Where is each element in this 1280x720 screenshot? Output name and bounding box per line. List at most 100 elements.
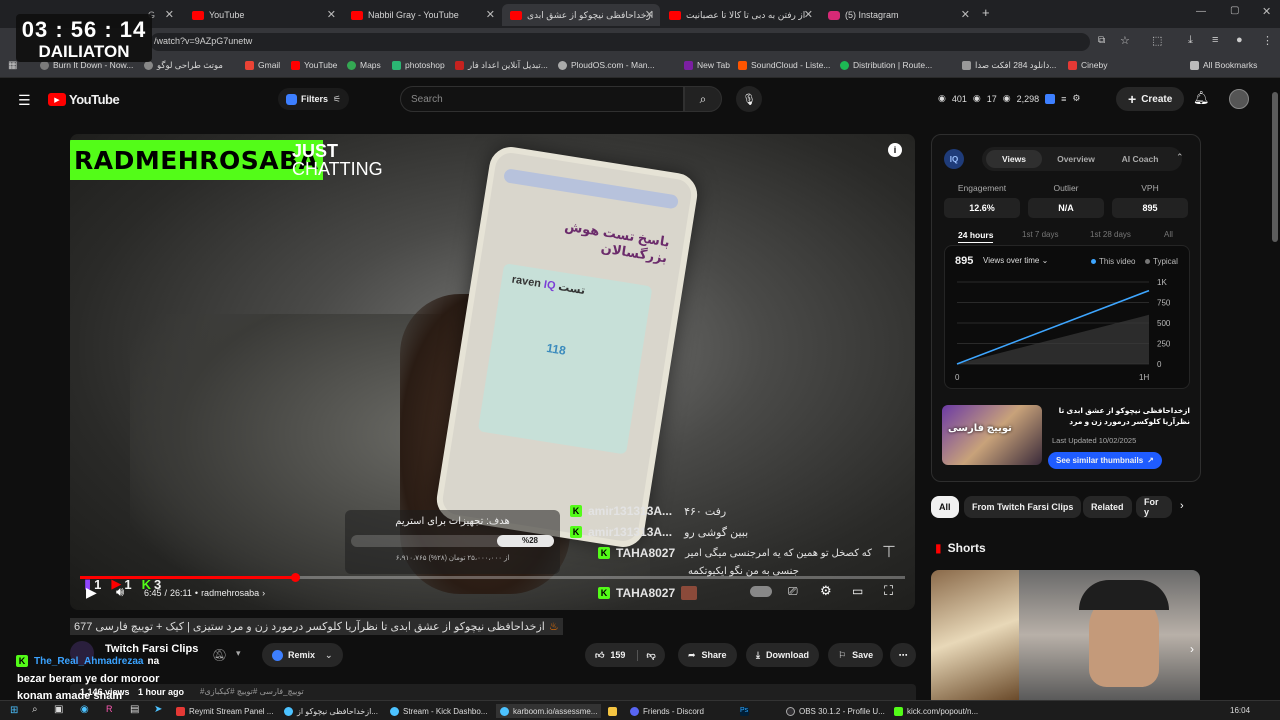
range-24h[interactable]: 24 hours bbox=[958, 230, 994, 243]
theater-mode-icon[interactable]: ▭ bbox=[852, 584, 863, 598]
task-view-icon[interactable]: ▣ bbox=[54, 704, 63, 715]
settings-gear-icon[interactable]: ⚙ bbox=[820, 583, 832, 599]
save-button[interactable]: ⚐ Save bbox=[828, 643, 884, 667]
all-bookmarks[interactable]: All Bookmarks bbox=[1190, 60, 1257, 70]
range-28d[interactable]: 1st 28 days bbox=[1090, 230, 1131, 239]
url-field[interactable]: /watch?v=9AZpG7unetw bbox=[150, 33, 1090, 51]
chip-related[interactable]: Related bbox=[1083, 496, 1132, 518]
media-icon[interactable]: ≡ bbox=[1212, 34, 1218, 46]
chevron-right-icon[interactable]: › bbox=[1180, 500, 1184, 512]
bookmark-item[interactable]: YouTube bbox=[291, 60, 337, 70]
seek-handle[interactable] bbox=[290, 573, 300, 582]
thumbs-up-icon[interactable]: 👍︎ bbox=[595, 650, 604, 661]
maximize-icon[interactable]: ▢ bbox=[1230, 5, 1239, 16]
bookmark-item[interactable]: Maps bbox=[347, 60, 381, 70]
scrollbar-thumb[interactable] bbox=[1272, 92, 1278, 242]
taskbar-item-active[interactable]: karboom.io/assessme... bbox=[496, 704, 602, 718]
taskbar-item[interactable]: ازخداحافظی نیچوکو از... bbox=[284, 704, 378, 718]
hamburger-menu-icon[interactable]: ☰ bbox=[18, 92, 31, 109]
close-window-icon[interactable]: ✕ bbox=[1262, 5, 1271, 18]
tab-youtube[interactable]: YouTube ✕ bbox=[184, 4, 342, 26]
taskbar-item[interactable]: Ps bbox=[740, 704, 753, 718]
bookmark-item[interactable]: موتث طراحی لوگو bbox=[144, 60, 223, 71]
close-icon[interactable]: ✕ bbox=[645, 8, 654, 21]
profile-icon[interactable]: ● bbox=[1236, 34, 1243, 46]
youtube-logo[interactable]: ▶ YouTube bbox=[48, 92, 120, 107]
seek-bar[interactable] bbox=[80, 573, 905, 582]
bookmark-item[interactable]: New Tab bbox=[684, 60, 730, 70]
minimize-icon[interactable]: — bbox=[1196, 6, 1206, 17]
chevron-down-icon[interactable]: ▾ bbox=[236, 648, 241, 659]
captions-icon[interactable]: ⎚ bbox=[788, 584, 798, 599]
tab-views[interactable]: Views bbox=[986, 150, 1042, 168]
chevron-right-icon[interactable]: › bbox=[1190, 642, 1194, 656]
close-icon[interactable]: ✕ bbox=[327, 8, 336, 21]
chrome-icon[interactable]: ◉ bbox=[80, 704, 89, 715]
short-thumbnail[interactable] bbox=[931, 570, 1019, 700]
remix-button[interactable]: Remix ⌄ bbox=[262, 643, 343, 667]
close-icon[interactable]: ✕ bbox=[961, 8, 970, 21]
chip-all[interactable]: All bbox=[931, 496, 959, 518]
close-icon[interactable]: ✕ bbox=[804, 8, 813, 21]
notifications-bell-icon[interactable]: 🔔︎ bbox=[1193, 90, 1210, 106]
voice-search-button[interactable]: 🎙 bbox=[736, 86, 762, 112]
windows-start-icon[interactable]: ⊞ bbox=[10, 705, 18, 716]
new-tab-icon[interactable]: + bbox=[982, 5, 990, 20]
more-actions-button[interactable]: ⋯ bbox=[890, 643, 916, 667]
collapse-chevron-icon[interactable]: ⌃ bbox=[1176, 152, 1184, 163]
cast-icon[interactable]: ⧉ bbox=[1098, 35, 1105, 46]
play-icon[interactable]: ▶ bbox=[86, 584, 97, 601]
iq-icon[interactable] bbox=[1045, 93, 1056, 104]
taskbar-item[interactable]: Friends - Discord bbox=[630, 704, 704, 718]
download-icon[interactable]: ⤓ bbox=[1188, 34, 1193, 47]
telegram-icon[interactable]: ➤ bbox=[154, 704, 162, 715]
fullscreen-icon[interactable]: ⛶ bbox=[884, 583, 893, 599]
bookmark-item[interactable]: Cineby bbox=[1068, 60, 1107, 70]
tab-dubai[interactable]: از رفتن به دبی تا کالا تا عصبانیت ✕ bbox=[661, 4, 819, 26]
bookmark-item[interactable]: Distribution | Route... bbox=[840, 60, 932, 70]
taskbar-item[interactable] bbox=[608, 704, 621, 718]
extension-icon[interactable]: ⚙ bbox=[1072, 93, 1080, 104]
range-all[interactable]: All bbox=[1164, 230, 1173, 239]
see-similar-thumbnails-button[interactable]: See similar thumbnails ↗ bbox=[1048, 452, 1162, 469]
bookmark-item[interactable]: دانلود 284 افکت صدا... bbox=[962, 60, 1056, 71]
app-r-icon[interactable]: R bbox=[106, 704, 113, 714]
search-icon[interactable]: ⌕ bbox=[32, 704, 38, 715]
chip-from-channel[interactable]: From Twitch Farsi Clips bbox=[964, 496, 1082, 518]
autoplay-toggle[interactable] bbox=[750, 586, 772, 597]
bookmark-item[interactable]: PloudOS.com - Man... bbox=[558, 60, 655, 70]
share-button[interactable]: ➦ Share bbox=[678, 643, 737, 667]
tab-current-video[interactable]: ازخداحافظی نیچوکو از عشق ابدی ✕ bbox=[502, 4, 660, 26]
bookmark-item[interactable]: تبدیل آنلاین اعداد فار... bbox=[455, 60, 548, 71]
download-button[interactable]: ⤓ Download bbox=[746, 643, 819, 667]
create-button[interactable]: + Create bbox=[1116, 87, 1185, 111]
list-icon[interactable]: ≡ bbox=[1061, 94, 1066, 104]
bookmark-item[interactable]: photoshop bbox=[392, 60, 445, 70]
video-thumbnail[interactable]: توییچ فارسی bbox=[942, 405, 1042, 465]
volume-icon[interactable]: 🔊︎ bbox=[116, 584, 124, 600]
taskbar-item[interactable]: kick.com/popout/n... bbox=[894, 704, 978, 718]
close-icon[interactable]: ✕ bbox=[165, 8, 174, 21]
filters-button[interactable]: Filters ⚟ bbox=[278, 88, 350, 110]
avatar[interactable] bbox=[1229, 89, 1249, 109]
channel-name[interactable]: Twitch Farsi Clips bbox=[105, 643, 198, 655]
description-box[interactable]: 1,146 views 1 hour ago #توییچ_فارسی #توی… bbox=[70, 684, 916, 700]
video-player[interactable]: باسخ تست هوش بزرگسالان raven IQ تست 118 … bbox=[70, 134, 915, 610]
close-icon[interactable]: ✕ bbox=[486, 8, 495, 21]
taskbar-item[interactable]: OBS 30.1.2 - Profile U... bbox=[786, 704, 885, 718]
info-icon[interactable]: i bbox=[888, 143, 902, 157]
tab-overview[interactable]: Overview bbox=[1044, 150, 1108, 168]
tab-instagram[interactable]: (5) Instagram ✕ bbox=[820, 4, 976, 26]
explorer-icon[interactable]: ▤ bbox=[130, 704, 139, 715]
page-scrollbar[interactable] bbox=[1270, 78, 1280, 700]
bookmark-item[interactable]: SoundCloud - Liste... bbox=[738, 60, 830, 70]
chip-for-you[interactable]: For y bbox=[1136, 496, 1172, 518]
mute-notification-icon[interactable]: 🔕︎ bbox=[212, 648, 227, 662]
views-dropdown[interactable]: Views over time ⌄ bbox=[983, 256, 1048, 265]
search-input[interactable]: Search bbox=[400, 86, 684, 112]
taskbar-item[interactable]: Stream - Kick Dashbo... bbox=[390, 704, 487, 718]
menu-kebab-icon[interactable]: ⋮ bbox=[1262, 34, 1273, 47]
taskbar-item[interactable]: Reymit Stream Panel ... bbox=[176, 704, 273, 718]
bookmark-item[interactable]: Gmail bbox=[245, 60, 280, 70]
bookmark-star-icon[interactable]: ☆ bbox=[1120, 34, 1130, 47]
